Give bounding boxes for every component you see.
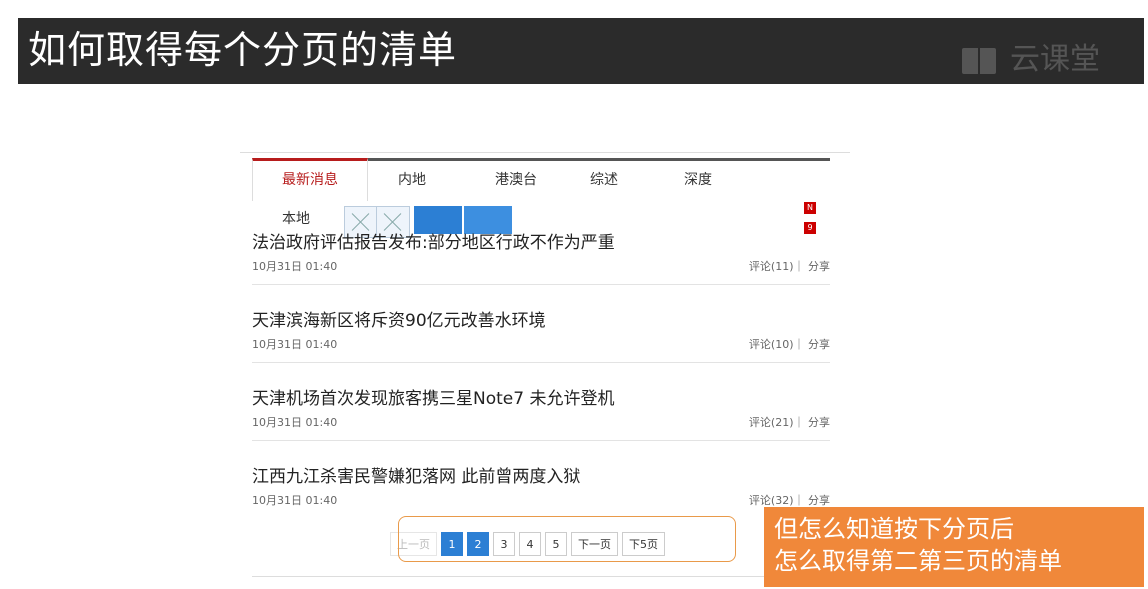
callout-box: 但怎么知道按下分页后 怎么取得第二第三页的清单 <box>764 507 1144 587</box>
pager-highlight <box>398 516 736 562</box>
slide-title: 如何取得每个分页的清单 <box>28 28 458 72</box>
tab-hk-macau-taiwan[interactable]: 港澳台 <box>476 161 556 201</box>
divider <box>252 284 830 285</box>
tab-bar: 最新消息 内地 港澳台 综述 深度 <box>252 158 830 201</box>
tab-depth[interactable]: 深度 <box>668 161 728 201</box>
divider <box>240 152 850 153</box>
book-icon <box>962 46 1002 74</box>
title-bar: 如何取得每个分页的清单 云课堂 <box>18 18 1144 84</box>
divider <box>252 362 830 363</box>
news-meta[interactable]: 评论(10)｜ 分享 <box>749 336 830 352</box>
logo-text: 云课堂 <box>1010 42 1100 77</box>
tab-summary[interactable]: 综述 <box>574 161 634 201</box>
news-meta[interactable]: 评论(11)｜ 分享 <box>749 258 830 274</box>
tab-mainland[interactable]: 内地 <box>382 161 442 201</box>
news-title[interactable]: 法治政府评估报告发布:部分地区行政不作为严重 <box>252 228 615 253</box>
news-meta[interactable]: 评论(21)｜ 分享 <box>749 414 830 430</box>
news-time: 10月31日 01:40 <box>252 338 338 351</box>
callout-line-2: 怎么取得第二第三页的清单 <box>774 547 1062 575</box>
news-time: 10月31日 01:40 <box>252 260 338 273</box>
badge-count: 9 <box>804 222 816 234</box>
news-title[interactable]: 天津机场首次发现旅客携三星Note7 未允许登机 <box>252 384 614 409</box>
divider <box>252 576 830 577</box>
callout-line-1: 但怎么知道按下分页后 <box>774 515 1014 543</box>
news-title[interactable]: 江西九江杀害民警嫌犯落网 此前曾两度入狱 <box>252 462 580 487</box>
news-time: 10月31日 01:40 <box>252 416 338 429</box>
news-time: 10月31日 01:40 <box>252 494 338 507</box>
badge-new: N <box>804 202 816 214</box>
divider <box>252 440 830 441</box>
news-meta[interactable]: 评论(32)｜ 分享 <box>749 492 830 508</box>
tab-local[interactable]: 本地 <box>282 208 310 228</box>
tab-latest[interactable]: 最新消息 <box>252 158 368 201</box>
news-title[interactable]: 天津滨海新区将斥资90亿元改善水环境 <box>252 306 546 331</box>
logo: 云课堂 <box>962 44 1100 76</box>
